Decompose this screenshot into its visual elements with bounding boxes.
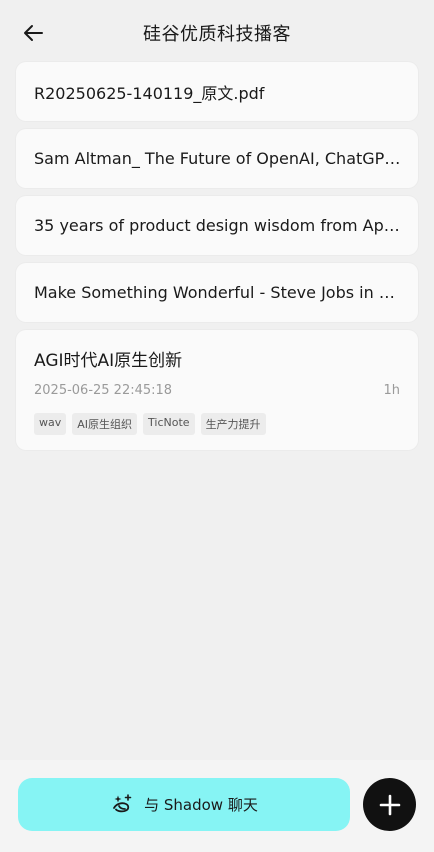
tag[interactable]: TicNote <box>143 413 195 435</box>
file-list: R20250625-140119_原文.pdf Sam Altman_ The … <box>16 62 418 458</box>
back-button[interactable] <box>18 18 48 48</box>
file-name: Sam Altman_ The Future of OpenAI, ChatGP… <box>34 149 404 168</box>
file-name: 35 years of product design wisdom from A… <box>34 216 404 235</box>
tag[interactable]: AI原生组织 <box>72 413 138 435</box>
chat-with-shadow-button[interactable]: 与 Shadow 聊天 <box>18 778 350 831</box>
tag-list: wav AI原生组织 TicNote 生产力提升 <box>34 413 400 435</box>
chat-button-label: 与 Shadow 聊天 <box>144 796 258 814</box>
arrow-left-icon <box>24 25 43 41</box>
recording-title: AGI时代AI原生创新 <box>34 351 183 371</box>
file-item-pdf[interactable]: R20250625-140119_原文.pdf <box>16 62 418 121</box>
file-item-product-design[interactable]: 35 years of product design wisdom from A… <box>16 196 418 255</box>
tag[interactable]: wav <box>34 413 67 435</box>
plus-icon <box>379 794 400 815</box>
file-name: Make Something Wonderful - Steve Jobs in… <box>34 283 404 302</box>
page-title: 硅谷优质科技播客 <box>143 24 291 45</box>
bottom-bar: 与 Shadow 聊天 <box>0 760 434 852</box>
recording-datetime: 2025-06-25 22:45:18 <box>34 383 173 398</box>
recording-meta: 2025-06-25 22:45:18 1h <box>34 383 400 398</box>
file-item-steve-jobs[interactable]: Make Something Wonderful - Steve Jobs in… <box>16 263 418 322</box>
file-name: R20250625-140119_原文.pdf <box>34 83 265 103</box>
top-bar: 硅谷优质科技播客 <box>0 0 434 66</box>
file-item-sam-altman[interactable]: Sam Altman_ The Future of OpenAI, ChatGP… <box>16 129 418 188</box>
recording-item[interactable]: AGI时代AI原生创新 2025-06-25 22:45:18 1h wav A… <box>16 330 418 450</box>
recording-duration: 1h <box>383 383 400 398</box>
tag[interactable]: 生产力提升 <box>200 413 266 435</box>
shadow-sparkle-icon <box>113 793 132 812</box>
add-button[interactable] <box>363 778 416 831</box>
